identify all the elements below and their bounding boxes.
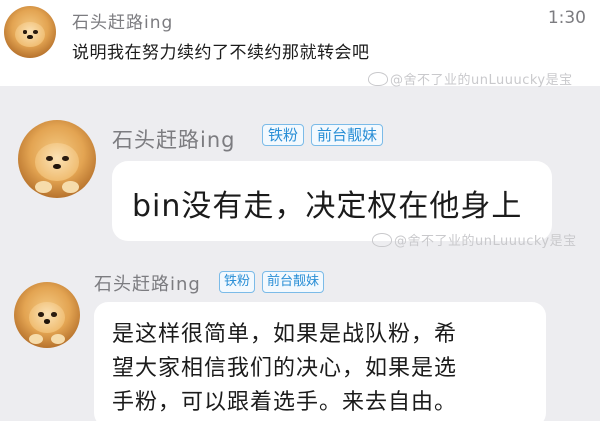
- fan-badge-tiefen[interactable]: 铁粉: [262, 124, 305, 146]
- watermark: @舍不了业的unLuuucky是宝: [372, 230, 577, 249]
- weibo-logo-icon: [372, 233, 392, 247]
- watermark: @舍不了业的unLuuucky是宝: [368, 69, 573, 88]
- message-line: 是这样很简单，如果是战队粉，希: [112, 322, 458, 347]
- username[interactable]: 石头赶路ing: [112, 124, 235, 154]
- comment-item-2: 石头赶路ing 铁粉 前台靓妹 bin没有走，决定权在他身上 @舍不了业的unL…: [0, 96, 600, 254]
- weibo-logo-icon: [368, 72, 388, 86]
- message-bubble: 是这样很简单，如果是战队粉，希 望大家相信我们的决心，如果是选 手粉，可以跟着选…: [94, 302, 546, 421]
- username[interactable]: 石头赶路ing: [94, 270, 201, 296]
- message-line: 手粉，可以跟着选手。来去自由。: [112, 390, 458, 415]
- fan-badge-qiantai[interactable]: 前台靓妹: [262, 271, 325, 293]
- user-avatar[interactable]: [18, 120, 96, 198]
- message-bubble: bin没有走，决定权在他身上: [112, 161, 552, 241]
- message-line: 望大家相信我们的决心，如果是选: [112, 356, 458, 381]
- user-avatar[interactable]: [4, 6, 56, 58]
- comment-item-3: 石头赶路ing 铁粉 前台靓妹 是这样很简单，如果是战队粉，希 望大家相信我们的…: [0, 258, 600, 421]
- user-avatar[interactable]: [14, 282, 80, 348]
- timestamp: 1:30: [547, 8, 586, 28]
- fan-badge-tiefen[interactable]: 铁粉: [219, 271, 256, 293]
- comment-item-1: 石头赶路ing 1:30 说明我在努力续约了不续约那就转会吧 @舍不了业的unL…: [0, 0, 600, 88]
- message-text: bin没有走，决定权在他身上: [132, 189, 523, 224]
- username[interactable]: 石头赶路ing: [72, 8, 173, 33]
- comment-text: 说明我在努力续约了不续约那就转会吧: [72, 43, 370, 63]
- fan-badge-qiantai[interactable]: 前台靓妹: [311, 124, 384, 146]
